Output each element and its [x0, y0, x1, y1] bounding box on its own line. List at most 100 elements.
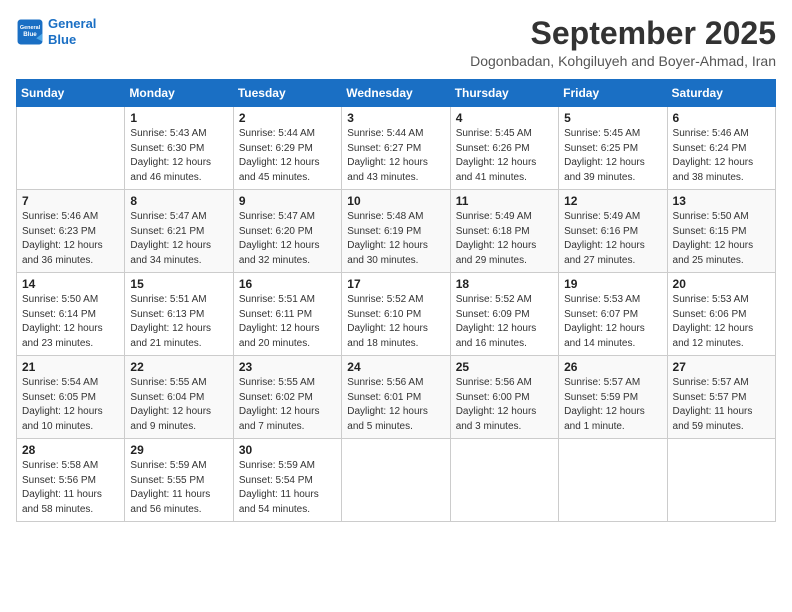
- day-info: Sunrise: 5:47 AMSunset: 6:20 PMDaylight:…: [239, 210, 336, 268]
- calendar-cell: [17, 107, 125, 190]
- calendar-cell: 19Sunrise: 5:53 AMSunset: 6:07 PMDayligh…: [559, 273, 667, 356]
- day-info: Sunrise: 5:45 AMSunset: 6:25 PMDaylight:…: [564, 127, 661, 185]
- day-number: 28: [22, 443, 119, 457]
- calendar-cell: 15 Sunrise: 5:51 AMSunset: 6:13 PMDayligh…: [125, 273, 233, 356]
- month-title: September 2025: [470, 16, 776, 51]
- day-number: 20: [673, 277, 770, 291]
- day-number: 7: [22, 194, 119, 208]
- day-info: Sunrise: 5:56 AMSunset: 6:01 PMDaylight:…: [347, 376, 444, 434]
- calendar-cell: 25Sunrise: 5:56 AMSunset: 6:00 PMDayligh…: [450, 356, 558, 439]
- day-info: Sunrise: 5:59 AMSunset: 5:55 PMDaylight:…: [130, 459, 227, 517]
- day-info: Sunrise: 5:48 AMSunset: 6:19 PMDaylight:…: [347, 210, 444, 268]
- calendar-week-row: 28 Sunrise: 5:58 AMSunset: 5:56 PMDayligh…: [17, 439, 776, 522]
- calendar-cell: 28 Sunrise: 5:58 AMSunset: 5:56 PMDayligh…: [17, 439, 125, 522]
- calendar-cell: 4 Sunrise: 5:45 AMSunset: 6:26 PMDaylight…: [450, 107, 558, 190]
- logo-line1: General: [48, 16, 96, 31]
- day-info: Sunrise: 5:44 AMSunset: 6:27 PMDaylight:…: [347, 127, 444, 185]
- col-header-wednesday: Wednesday: [342, 80, 450, 107]
- calendar-cell: [667, 439, 775, 522]
- calendar-cell: 14Sunrise: 5:50 AMSunset: 6:14 PMDayligh…: [17, 273, 125, 356]
- day-number: 16: [239, 277, 336, 291]
- calendar-cell: 30 Sunrise: 5:59 AMSunset: 5:54 PMDayligh…: [233, 439, 341, 522]
- calendar-cell: 11Sunrise: 5:49 AMSunset: 6:18 PMDayligh…: [450, 190, 558, 273]
- calendar-cell: 18 Sunrise: 5:52 AMSunset: 6:09 PMDayligh…: [450, 273, 558, 356]
- day-info: Sunrise: 5:49 AMSunset: 6:16 PMDaylight:…: [564, 210, 661, 268]
- svg-text:Blue: Blue: [23, 30, 37, 37]
- svg-text:General: General: [20, 24, 41, 30]
- day-number: 26: [564, 360, 661, 374]
- col-header-tuesday: Tuesday: [233, 80, 341, 107]
- day-info: Sunrise: 5:51 AMSunset: 6:13 PMDaylight:…: [130, 293, 227, 351]
- day-info: Sunrise: 5:54 AMSunset: 6:05 PMDaylight:…: [22, 376, 119, 434]
- calendar-cell: 27 Sunrise: 5:57 AMSunset: 5:57 PMDayligh…: [667, 356, 775, 439]
- day-info: Sunrise: 5:46 AMSunset: 6:24 PMDaylight:…: [673, 127, 770, 185]
- day-number: 18: [456, 277, 553, 291]
- calendar-cell: 23 Sunrise: 5:55 AMSunset: 6:02 PMDayligh…: [233, 356, 341, 439]
- calendar-cell: 8Sunrise: 5:47 AMSunset: 6:21 PMDaylight…: [125, 190, 233, 273]
- day-number: 29: [130, 443, 227, 457]
- col-header-sunday: Sunday: [17, 80, 125, 107]
- day-number: 6: [673, 111, 770, 125]
- col-header-monday: Monday: [125, 80, 233, 107]
- page-header: General Blue General Blue September 2025…: [16, 16, 776, 69]
- calendar-cell: 13 Sunrise: 5:50 AMSunset: 6:15 PMDayligh…: [667, 190, 775, 273]
- day-info: Sunrise: 5:50 AMSunset: 6:14 PMDaylight:…: [22, 293, 119, 351]
- day-number: 9: [239, 194, 336, 208]
- calendar-header-row: SundayMondayTuesdayWednesdayThursdayFrid…: [17, 80, 776, 107]
- calendar-week-row: 21 Sunrise: 5:54 AMSunset: 6:05 PMDayligh…: [17, 356, 776, 439]
- calendar-cell: 5 Sunrise: 5:45 AMSunset: 6:25 PMDaylight…: [559, 107, 667, 190]
- day-info: Sunrise: 5:52 AMSunset: 6:09 PMDaylight:…: [456, 293, 553, 351]
- col-header-saturday: Saturday: [667, 80, 775, 107]
- day-number: 27: [673, 360, 770, 374]
- location-subtitle: Dogonbadan, Kohgiluyeh and Boyer-Ahmad, …: [470, 53, 776, 69]
- calendar-cell: 1 Sunrise: 5:43 AMSunset: 6:30 PMDaylight…: [125, 107, 233, 190]
- day-info: Sunrise: 5:46 AMSunset: 6:23 PMDaylight:…: [22, 210, 119, 268]
- day-info: Sunrise: 5:50 AMSunset: 6:15 PMDaylight:…: [673, 210, 770, 268]
- day-info: Sunrise: 5:51 AMSunset: 6:11 PMDaylight:…: [239, 293, 336, 351]
- col-header-thursday: Thursday: [450, 80, 558, 107]
- day-info: Sunrise: 5:53 AMSunset: 6:06 PMDaylight:…: [673, 293, 770, 351]
- day-number: 11: [456, 194, 553, 208]
- day-info: Sunrise: 5:55 AMSunset: 6:02 PMDaylight:…: [239, 376, 336, 434]
- day-number: 21: [22, 360, 119, 374]
- calendar-week-row: 1 Sunrise: 5:43 AMSunset: 6:30 PMDaylight…: [17, 107, 776, 190]
- day-number: 1: [130, 111, 227, 125]
- day-number: 13: [673, 194, 770, 208]
- title-block: September 2025 Dogonbadan, Kohgiluyeh an…: [470, 16, 776, 69]
- day-number: 19: [564, 277, 661, 291]
- calendar-cell: 20 Sunrise: 5:53 AMSunset: 6:06 PMDayligh…: [667, 273, 775, 356]
- day-number: 25: [456, 360, 553, 374]
- day-info: Sunrise: 5:57 AMSunset: 5:57 PMDaylight:…: [673, 376, 770, 434]
- col-header-friday: Friday: [559, 80, 667, 107]
- day-number: 23: [239, 360, 336, 374]
- day-number: 30: [239, 443, 336, 457]
- calendar-cell: [342, 439, 450, 522]
- calendar-cell: 24Sunrise: 5:56 AMSunset: 6:01 PMDayligh…: [342, 356, 450, 439]
- calendar-cell: [450, 439, 558, 522]
- calendar-cell: 3Sunrise: 5:44 AMSunset: 6:27 PMDaylight…: [342, 107, 450, 190]
- calendar-week-row: 7 Sunrise: 5:46 AMSunset: 6:23 PMDaylight…: [17, 190, 776, 273]
- logo: General Blue General Blue: [16, 16, 96, 47]
- calendar-cell: 29 Sunrise: 5:59 AMSunset: 5:55 PMDayligh…: [125, 439, 233, 522]
- calendar-cell: 12Sunrise: 5:49 AMSunset: 6:16 PMDayligh…: [559, 190, 667, 273]
- calendar-cell: 22 Sunrise: 5:55 AMSunset: 6:04 PMDayligh…: [125, 356, 233, 439]
- day-number: 4: [456, 111, 553, 125]
- calendar-cell: [559, 439, 667, 522]
- calendar-table: SundayMondayTuesdayWednesdayThursdayFrid…: [16, 79, 776, 522]
- day-info: Sunrise: 5:58 AMSunset: 5:56 PMDaylight:…: [22, 459, 119, 517]
- day-info: Sunrise: 5:59 AMSunset: 5:54 PMDaylight:…: [239, 459, 336, 517]
- day-info: Sunrise: 5:47 AMSunset: 6:21 PMDaylight:…: [130, 210, 227, 268]
- day-info: Sunrise: 5:55 AMSunset: 6:04 PMDaylight:…: [130, 376, 227, 434]
- day-number: 5: [564, 111, 661, 125]
- day-info: Sunrise: 5:45 AMSunset: 6:26 PMDaylight:…: [456, 127, 553, 185]
- day-number: 2: [239, 111, 336, 125]
- day-number: 22: [130, 360, 227, 374]
- calendar-cell: 26 Sunrise: 5:57 AMSunset: 5:59 PMDayligh…: [559, 356, 667, 439]
- day-info: Sunrise: 5:57 AMSunset: 5:59 PMDaylight:…: [564, 376, 661, 434]
- calendar-cell: 16 Sunrise: 5:51 AMSunset: 6:11 PMDayligh…: [233, 273, 341, 356]
- day-info: Sunrise: 5:44 AMSunset: 6:29 PMDaylight:…: [239, 127, 336, 185]
- day-number: 15: [130, 277, 227, 291]
- calendar-cell: 17Sunrise: 5:52 AMSunset: 6:10 PMDayligh…: [342, 273, 450, 356]
- day-info: Sunrise: 5:43 AMSunset: 6:30 PMDaylight:…: [130, 127, 227, 185]
- calendar-cell: 21 Sunrise: 5:54 AMSunset: 6:05 PMDayligh…: [17, 356, 125, 439]
